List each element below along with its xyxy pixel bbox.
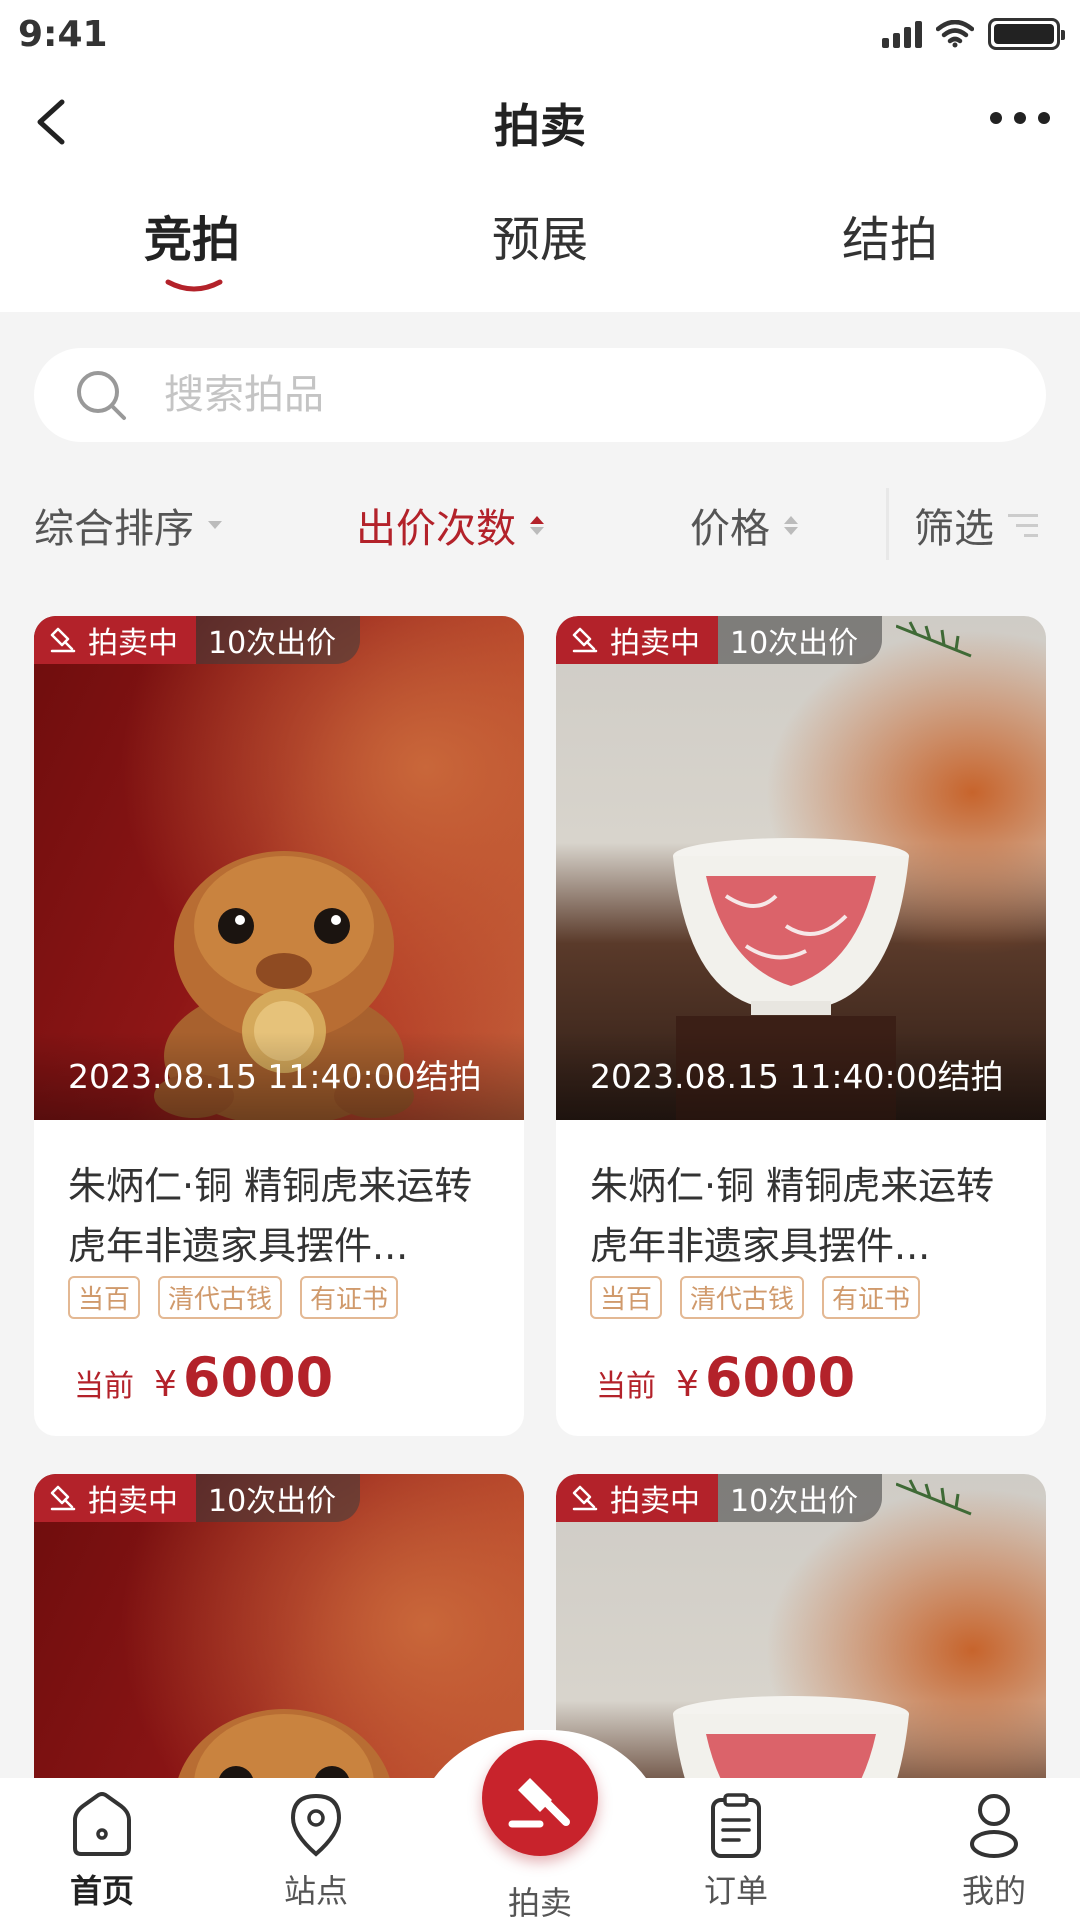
status-text: 拍卖中 [610, 626, 700, 661]
tag: 有证书 [822, 1276, 921, 1319]
tab-bar-item-mine[interactable]: 我的 [924, 1790, 1064, 1912]
status-badge: 拍卖中 [556, 616, 718, 664]
tab-preview[interactable]: 预展 [492, 200, 588, 270]
product-title: 朱炳仁·铜 精铜虎来运转虎年非遗家具摆件... [590, 1164, 995, 1268]
bid-count-badge: 10次出价 [718, 616, 883, 664]
status-text: 拍卖中 [88, 626, 178, 661]
tab-ended[interactable]: 结拍 [842, 200, 938, 270]
auction-fab-button[interactable] [482, 1740, 598, 1856]
tab-bar-label: 我的 [961, 1872, 1026, 1910]
tab-bar-label: 首页 [69, 1872, 134, 1910]
tag: 清代古钱 [680, 1276, 805, 1319]
sort-overall[interactable]: 综合排序 [34, 496, 222, 554]
tab-bidding[interactable]: 竞拍 [144, 200, 240, 270]
status-badge: 拍卖中 [34, 616, 196, 664]
gavel-icon [572, 1485, 598, 1511]
status-icons [882, 18, 1065, 50]
status-bar: 9:41 [0, 0, 1080, 72]
sort-bid-count-label: 出价次数 [356, 506, 516, 552]
tag: 当百 [590, 1276, 663, 1319]
bid-count-badge: 10次出价 [196, 1474, 361, 1522]
home-icon [73, 1792, 131, 1856]
status-text: 拍卖中 [88, 1484, 178, 1519]
bid-count-badge: 10次出价 [196, 616, 361, 664]
sort-divider [886, 488, 889, 560]
gavel-icon [508, 1778, 570, 1828]
price-value: 6000 [704, 1346, 856, 1409]
tag-list: 当百 清代古钱 有证书 [68, 1276, 399, 1319]
currency-symbol: ¥ [154, 1364, 177, 1405]
price-row: 当前 ¥ 6000 [74, 1346, 333, 1409]
sort-price[interactable]: 价格 [690, 496, 798, 554]
signal-icon [882, 20, 922, 48]
product-card[interactable]: 拍卖中 10次出价 2023.08.15 11:40:00结拍 朱炳仁·铜 精铜… [34, 616, 524, 1436]
sort-price-label: 价格 [690, 506, 770, 552]
page-title: 拍卖 [494, 99, 586, 153]
status-badge: 拍卖中 [556, 1474, 718, 1522]
nav-bar: 拍卖 [0, 72, 1080, 172]
end-time-overlay: 2023.08.15 11:40:00结拍 [556, 1032, 1046, 1120]
gavel-icon [50, 627, 76, 653]
search-input[interactable] [164, 366, 964, 424]
location-icon [290, 1793, 342, 1857]
sort-overall-label: 综合排序 [34, 506, 194, 552]
tab-group: 竞拍 预展 结拍 [0, 200, 1080, 300]
currency-symbol: ¥ [676, 1364, 699, 1405]
tag-list: 当百 清代古钱 有证书 [590, 1276, 921, 1319]
tab-bar-label: 订单 [703, 1872, 768, 1910]
status-text: 拍卖中 [610, 1484, 700, 1519]
auction-badge: 拍卖中 10次出价 [556, 616, 883, 664]
leaf-decoration-image [896, 621, 972, 658]
dropdown-arrow-icon [208, 521, 222, 529]
filter-button[interactable]: 筛选 [914, 496, 1038, 554]
product-image: 拍卖中 10次出价 2023.08.15 11:40:00结拍 [556, 616, 1046, 1120]
tag: 有证书 [300, 1276, 399, 1319]
tag: 清代古钱 [158, 1276, 283, 1319]
end-time: 2023.08.15 11:40:00结拍 [68, 1057, 482, 1096]
sort-bar: 综合排序 出价次数 价格 筛选 [0, 488, 1080, 560]
clipboard-icon [711, 1793, 761, 1858]
bid-count-badge: 10次出价 [718, 1474, 883, 1522]
price-value: 6000 [182, 1346, 334, 1409]
more-icon[interactable] [990, 112, 1050, 124]
sort-bid-count[interactable]: 出价次数 [356, 496, 544, 554]
tab-bar-item-station[interactable]: 站点 [246, 1790, 386, 1912]
status-badge: 拍卖中 [34, 1474, 196, 1522]
product-card[interactable]: 拍卖中 10次出价 2023.08.15 11:40:00结拍 朱炳仁·铜 精铜… [556, 616, 1046, 1436]
search-bar[interactable] [34, 348, 1046, 442]
end-time-overlay: 2023.08.15 11:40:00结拍 [34, 1032, 524, 1120]
tab-active-indicator [165, 279, 223, 292]
gavel-icon [50, 1485, 76, 1511]
tab-bar-item-home[interactable]: 首页 [32, 1790, 172, 1912]
product-title: 朱炳仁·铜 精铜虎来运转虎年非遗家具摆件... [68, 1164, 473, 1268]
wifi-icon [936, 20, 974, 48]
sort-order-icon [784, 515, 798, 535]
tab-bar-label: 站点 [283, 1872, 348, 1910]
status-time: 9:41 [18, 14, 108, 55]
auction-badge: 拍卖中 10次出价 [34, 616, 361, 664]
sort-order-icon [530, 515, 544, 535]
tab-bar-label: 拍卖 [507, 1884, 572, 1920]
auction-badge: 拍卖中 10次出价 [34, 1474, 361, 1522]
leaf-decoration-image [896, 1479, 972, 1516]
price-label: 当前 [596, 1369, 656, 1404]
product-image: 拍卖中 10次出价 2023.08.15 11:40:00结拍 [34, 616, 524, 1120]
porcelain-cup-image [673, 838, 909, 1015]
tag: 当百 [68, 1276, 141, 1319]
auction-badge: 拍卖中 10次出价 [556, 1474, 883, 1522]
tab-bar-item-orders[interactable]: 订单 [666, 1790, 806, 1912]
user-icon [970, 1794, 1018, 1858]
battery-icon [988, 18, 1065, 50]
gavel-icon [572, 627, 598, 653]
price-row: 当前 ¥ 6000 [596, 1346, 855, 1409]
filter-label: 筛选 [914, 506, 994, 552]
end-time: 2023.08.15 11:40:00结拍 [590, 1057, 1004, 1096]
search-icon [77, 371, 126, 420]
filter-icon [1008, 513, 1038, 537]
price-label: 当前 [74, 1369, 134, 1404]
